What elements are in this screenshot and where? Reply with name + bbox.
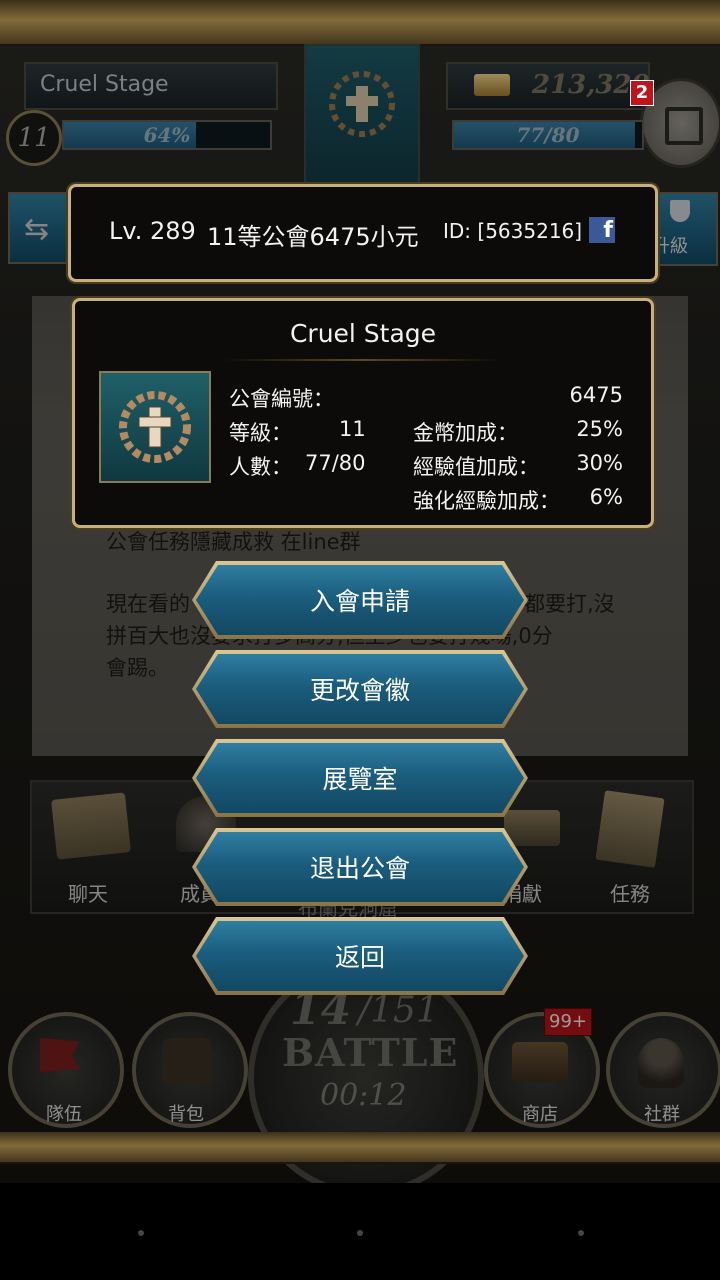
player-id: ID: [5635216] (443, 219, 583, 243)
player-level: Lv. 289 (109, 217, 196, 245)
level-label: 等級： (229, 421, 292, 445)
exp-bonus-label: 經驗值加成： (413, 455, 539, 479)
join-request-button[interactable]: 入會申請 (196, 565, 524, 635)
gold-bonus-value: 25% (576, 417, 623, 441)
enhance-exp-value: 6% (589, 485, 623, 509)
members-value: 77/80 (305, 451, 366, 475)
title-divider (223, 359, 503, 361)
system-nav-back[interactable] (138, 1230, 144, 1236)
exp-bonus-value: 30% (576, 451, 623, 475)
player-guild-text: 11等公會6475小元 (207, 223, 419, 251)
guild-number-value: 6475 (569, 383, 623, 407)
quit-guild-button[interactable]: 退出公會 (196, 832, 524, 902)
enhance-exp-label: 強化經驗加成： (413, 489, 560, 513)
exhibition-room-button[interactable]: 展覽室 (196, 743, 524, 813)
gold-bonus-label: 金幣加成： (413, 421, 518, 445)
system-nav-home[interactable] (357, 1230, 363, 1236)
guild-emblem (99, 371, 211, 483)
guild-info-card: Cruel Stage 公會編號： 6475 等級： 11 金幣加成： 25% … (72, 298, 654, 528)
notification-badge: 2 (630, 80, 654, 106)
player-info-bar: Lv. 289 11等公會6475小元 ID: [5635216] f (68, 184, 658, 282)
guild-card-title: Cruel Stage (289, 319, 437, 348)
members-label: 人數： (229, 455, 292, 479)
facebook-icon[interactable]: f (589, 217, 615, 243)
change-emblem-button[interactable]: 更改會徽 (196, 654, 524, 724)
level-value: 11 (339, 417, 366, 441)
system-nav-recent[interactable] (578, 1230, 584, 1236)
back-button[interactable]: 返回 (196, 921, 524, 991)
laurel-cross-icon (119, 391, 191, 463)
guild-number-label: 公會編號： (229, 387, 334, 411)
